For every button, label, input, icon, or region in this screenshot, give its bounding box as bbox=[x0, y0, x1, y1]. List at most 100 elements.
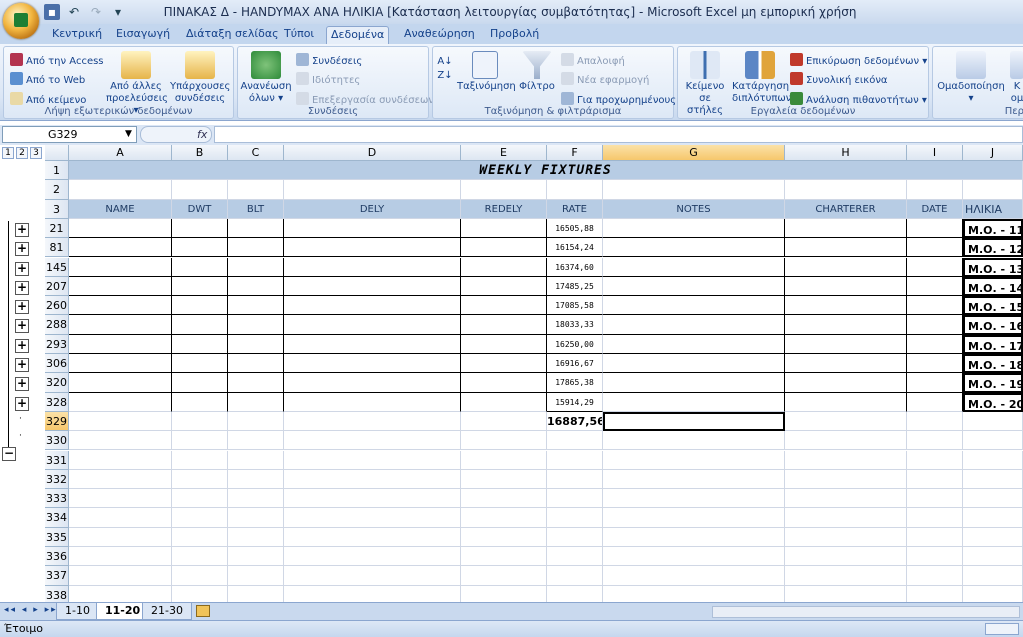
data-validation-button[interactable]: Επικύρωση δεδομένων ▾ bbox=[790, 53, 927, 68]
cell[interactable] bbox=[785, 334, 907, 354]
cell[interactable] bbox=[963, 411, 1023, 432]
cell[interactable] bbox=[603, 180, 785, 200]
clear-filter-button[interactable]: Απαλοιφή bbox=[561, 53, 625, 68]
cell[interactable] bbox=[963, 566, 1023, 586]
cell[interactable] bbox=[228, 257, 284, 277]
existing-connections-button[interactable]: Υπάρχουσες συνδέσεις bbox=[170, 51, 230, 105]
cell[interactable] bbox=[69, 238, 172, 258]
consolidate-button[interactable]: Συνολική εικόνα bbox=[790, 72, 888, 87]
cell[interactable] bbox=[284, 276, 461, 297]
cell[interactable] bbox=[461, 508, 547, 528]
cell[interactable] bbox=[547, 431, 603, 451]
sort-az-button[interactable]: A↓ Z↓ bbox=[437, 55, 453, 83]
column-header-h[interactable]: H bbox=[785, 145, 907, 161]
rate-cell[interactable]: 16374,60 bbox=[547, 257, 603, 277]
cell[interactable] bbox=[228, 238, 284, 258]
cell[interactable] bbox=[907, 315, 963, 335]
total-cell[interactable]: 16887,56 bbox=[547, 411, 603, 432]
row-header[interactable]: 288 bbox=[45, 315, 69, 335]
cell[interactable] bbox=[228, 527, 284, 547]
reapply-button[interactable]: Νέα εφαρμογή bbox=[561, 72, 649, 87]
cell[interactable] bbox=[603, 276, 785, 297]
cell[interactable] bbox=[547, 566, 603, 586]
cell[interactable] bbox=[284, 411, 461, 432]
column-header-f[interactable]: F bbox=[547, 145, 603, 161]
cell[interactable] bbox=[603, 354, 785, 374]
row-header[interactable]: 338 bbox=[45, 585, 69, 602]
cell[interactable] bbox=[284, 547, 461, 567]
group-button[interactable]: Ομαδοποίηση ▾ bbox=[935, 51, 1007, 105]
cell[interactable] bbox=[228, 585, 284, 602]
cell[interactable] bbox=[69, 180, 172, 200]
cell[interactable] bbox=[461, 180, 547, 200]
cell[interactable] bbox=[172, 508, 228, 528]
cell[interactable] bbox=[69, 334, 172, 354]
cell[interactable] bbox=[603, 469, 785, 490]
row-header[interactable]: 334 bbox=[45, 508, 69, 528]
cell[interactable] bbox=[907, 469, 963, 490]
what-if-analysis-button[interactable]: Ανάλυση πιθανοτήτων ▾ bbox=[790, 92, 927, 107]
column-label[interactable]: DELY bbox=[284, 199, 461, 219]
cell[interactable] bbox=[603, 508, 785, 528]
cell[interactable] bbox=[547, 527, 603, 547]
cell[interactable] bbox=[461, 585, 547, 602]
row-header[interactable]: 207 bbox=[45, 276, 69, 297]
rate-cell[interactable]: 16250,00 bbox=[547, 334, 603, 354]
column-label[interactable]: CHARTERER bbox=[785, 199, 907, 219]
cell[interactable] bbox=[603, 392, 785, 412]
row-header[interactable]: 1 bbox=[45, 161, 69, 181]
cell[interactable] bbox=[907, 218, 963, 239]
insert-function-button[interactable]: fx bbox=[140, 126, 212, 143]
cell[interactable] bbox=[284, 218, 461, 239]
cell[interactable] bbox=[907, 257, 963, 277]
sheet-tab[interactable]: 21-30 bbox=[142, 603, 192, 620]
cell[interactable] bbox=[172, 585, 228, 602]
cell[interactable] bbox=[603, 566, 785, 586]
cell[interactable] bbox=[907, 450, 963, 470]
cell[interactable] bbox=[547, 508, 603, 528]
cell[interactable] bbox=[785, 450, 907, 470]
cell[interactable] bbox=[284, 373, 461, 393]
cell[interactable] bbox=[785, 354, 907, 374]
cell[interactable] bbox=[228, 315, 284, 335]
cell[interactable] bbox=[69, 276, 172, 297]
cell[interactable] bbox=[907, 373, 963, 393]
cell[interactable] bbox=[172, 392, 228, 412]
cell[interactable] bbox=[69, 218, 172, 239]
cell[interactable] bbox=[228, 180, 284, 200]
cell[interactable] bbox=[172, 469, 228, 490]
cell[interactable] bbox=[461, 373, 547, 393]
rate-cell[interactable]: 18033,33 bbox=[547, 315, 603, 335]
tab-data[interactable]: Δεδομένα bbox=[326, 26, 390, 44]
cell[interactable] bbox=[69, 527, 172, 547]
cell[interactable] bbox=[603, 373, 785, 393]
cell[interactable] bbox=[284, 296, 461, 316]
cell[interactable] bbox=[284, 180, 461, 200]
formula-input[interactable] bbox=[214, 126, 1023, 143]
properties-button[interactable]: Ιδιότητες bbox=[296, 72, 360, 87]
cell[interactable] bbox=[547, 547, 603, 567]
tab-insert[interactable]: Εισαγωγή bbox=[112, 26, 174, 44]
cell[interactable] bbox=[284, 527, 461, 547]
cell[interactable] bbox=[69, 469, 172, 490]
cell[interactable] bbox=[603, 527, 785, 547]
cell[interactable] bbox=[461, 566, 547, 586]
cell[interactable] bbox=[172, 276, 228, 297]
outline-level-2[interactable]: 2 bbox=[16, 147, 28, 159]
row-header[interactable]: 81 bbox=[45, 238, 69, 258]
cell[interactable] bbox=[228, 354, 284, 374]
row-header[interactable]: 306 bbox=[45, 354, 69, 374]
row-header[interactable]: 293 bbox=[45, 334, 69, 354]
column-header-d[interactable]: D bbox=[284, 145, 461, 161]
column-header-i[interactable]: I bbox=[907, 145, 963, 161]
row-header[interactable]: 145 bbox=[45, 257, 69, 277]
cell[interactable] bbox=[284, 238, 461, 258]
column-label[interactable]: RATE bbox=[547, 199, 603, 219]
from-access-button[interactable]: Από την Access bbox=[10, 53, 104, 68]
cell[interactable] bbox=[172, 431, 228, 451]
cell[interactable] bbox=[69, 489, 172, 509]
cell[interactable] bbox=[785, 411, 907, 432]
rate-cell[interactable]: 16916,67 bbox=[547, 354, 603, 374]
tab-home[interactable]: Κεντρική bbox=[48, 26, 106, 44]
cell[interactable] bbox=[907, 547, 963, 567]
